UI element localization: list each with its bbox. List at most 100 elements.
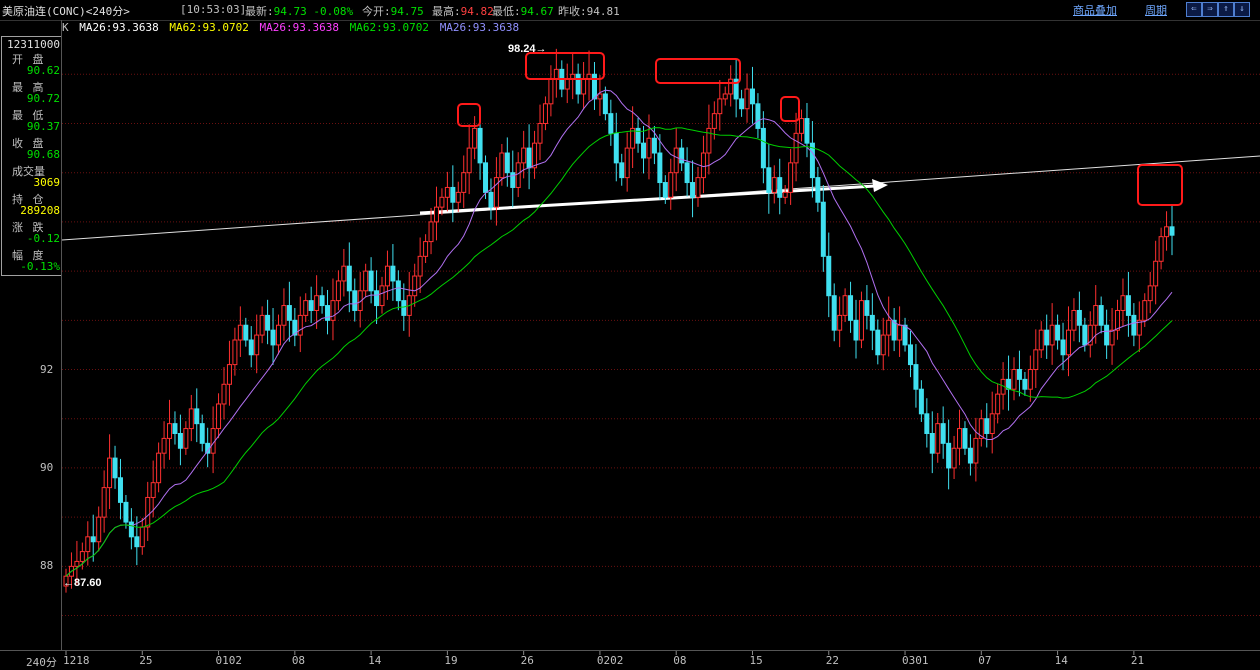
candle-body — [526, 147, 532, 169]
info-pct-value: -0.13% — [20, 260, 60, 273]
prev-value: 94.81 — [586, 5, 620, 18]
latest-change: -0.08% — [313, 5, 354, 18]
candle-body — [417, 255, 423, 277]
candle-body — [973, 437, 979, 464]
candle-body — [880, 334, 886, 356]
candle-body — [450, 186, 456, 203]
info-close-value: 90.68 — [26, 148, 60, 161]
candle-body — [346, 265, 352, 292]
candle-body — [325, 305, 331, 321]
x-axis-divider — [0, 650, 1260, 651]
quote-header: 美原油连(CONC)<240分> [10:53:03] 最新:94.73 -0.… — [0, 0, 1260, 21]
candle-body — [897, 324, 903, 341]
candle-body — [1164, 226, 1170, 238]
candle-body — [472, 127, 478, 149]
candle-body — [1038, 329, 1044, 351]
highlight-box — [457, 103, 481, 127]
x-tick-label: 25 — [139, 654, 153, 667]
x-tick-label: 14 — [368, 654, 382, 667]
candle-body — [1098, 305, 1104, 326]
candle-body — [728, 78, 734, 95]
candle-body — [428, 221, 434, 243]
candle-body — [739, 98, 745, 110]
candle-body — [216, 403, 222, 430]
candle-body — [722, 93, 728, 100]
legend-kind: K — [62, 21, 69, 34]
candle-body — [613, 132, 619, 164]
candle-body — [117, 477, 123, 503]
period-label[interactable]: 240分 — [26, 654, 57, 670]
candle-body — [962, 428, 968, 449]
candle-body — [423, 241, 429, 257]
candle-body — [1120, 295, 1126, 311]
candle-body — [188, 408, 194, 430]
period-link[interactable]: 周期 — [1145, 2, 1167, 18]
candle-body — [107, 457, 113, 489]
x-tick-label: 07 — [978, 654, 992, 667]
y-tick-label: 92 — [40, 362, 54, 376]
candle-body — [532, 142, 538, 169]
candle-body — [537, 122, 543, 144]
candle-body — [967, 447, 973, 464]
candle-body — [439, 196, 445, 208]
candle-body — [651, 137, 657, 154]
candle-body — [401, 300, 407, 316]
candle-body — [384, 265, 390, 287]
candle-body — [864, 300, 870, 316]
candle-body — [319, 295, 325, 307]
candle-body — [1049, 324, 1055, 346]
candle-body — [918, 388, 924, 415]
candle-body — [673, 147, 679, 174]
candle-body — [662, 182, 668, 198]
legend-ma62: MA62:93.0702 — [169, 21, 249, 34]
candle-body — [984, 418, 990, 434]
overlay-link[interactable]: 商品叠加 — [1073, 2, 1117, 18]
low-value: 94.67 — [520, 5, 554, 18]
arrow-left-icon[interactable]: ⇐ — [1186, 2, 1202, 17]
candle-body — [461, 172, 467, 193]
candle-body — [831, 295, 837, 331]
candle-body — [624, 147, 630, 179]
candle-body — [869, 314, 875, 331]
candle-body — [875, 329, 881, 356]
candle-body — [1022, 378, 1028, 390]
candle-body — [581, 78, 587, 95]
arrow-up-icon[interactable]: ⇑ — [1218, 2, 1234, 17]
candle-body — [194, 408, 200, 425]
candle-body — [352, 290, 358, 311]
candle-body — [85, 536, 91, 553]
instrument-title[interactable]: 美原油连(CONC)<240分> — [2, 3, 130, 19]
arrow-down-icon[interactable]: ⇓ — [1234, 2, 1250, 17]
candle-body — [1109, 329, 1115, 346]
arrow-right-icon[interactable]: ⇒ — [1202, 2, 1218, 17]
candle-body — [221, 383, 227, 405]
candle-body — [1033, 349, 1039, 371]
prev-label: 昨收: — [558, 5, 587, 18]
candle-body — [395, 280, 401, 302]
open-value: 94.75 — [390, 5, 424, 18]
low-price: 最低:94.67 — [492, 3, 554, 19]
candle-body — [1060, 339, 1066, 356]
candle-body — [123, 501, 129, 523]
candle-body — [788, 162, 794, 193]
candle-body — [308, 300, 314, 311]
candle-body — [390, 265, 396, 282]
candle-body — [1076, 309, 1082, 326]
candle-body — [363, 270, 369, 292]
candle-body — [139, 526, 145, 548]
latest-value: 94.73 — [273, 5, 307, 18]
legend-ma62-b: MA62:93.0702 — [349, 21, 430, 34]
candle-body — [907, 344, 913, 366]
x-tick-label: 0202 — [596, 654, 624, 667]
candle-body — [946, 442, 952, 469]
x-tick-label: 26 — [520, 654, 534, 667]
price-chart[interactable]: 98.24→ ←87.60 — [0, 0, 1260, 670]
candle-body — [1071, 309, 1077, 331]
legend-ma26-c: MA26:93.3638 — [439, 21, 520, 34]
candle-body — [591, 73, 597, 100]
candle-body — [112, 457, 118, 479]
candle-body — [924, 413, 930, 434]
candle-body — [995, 393, 1001, 415]
candle-body — [303, 300, 309, 316]
candle-body — [101, 487, 107, 518]
